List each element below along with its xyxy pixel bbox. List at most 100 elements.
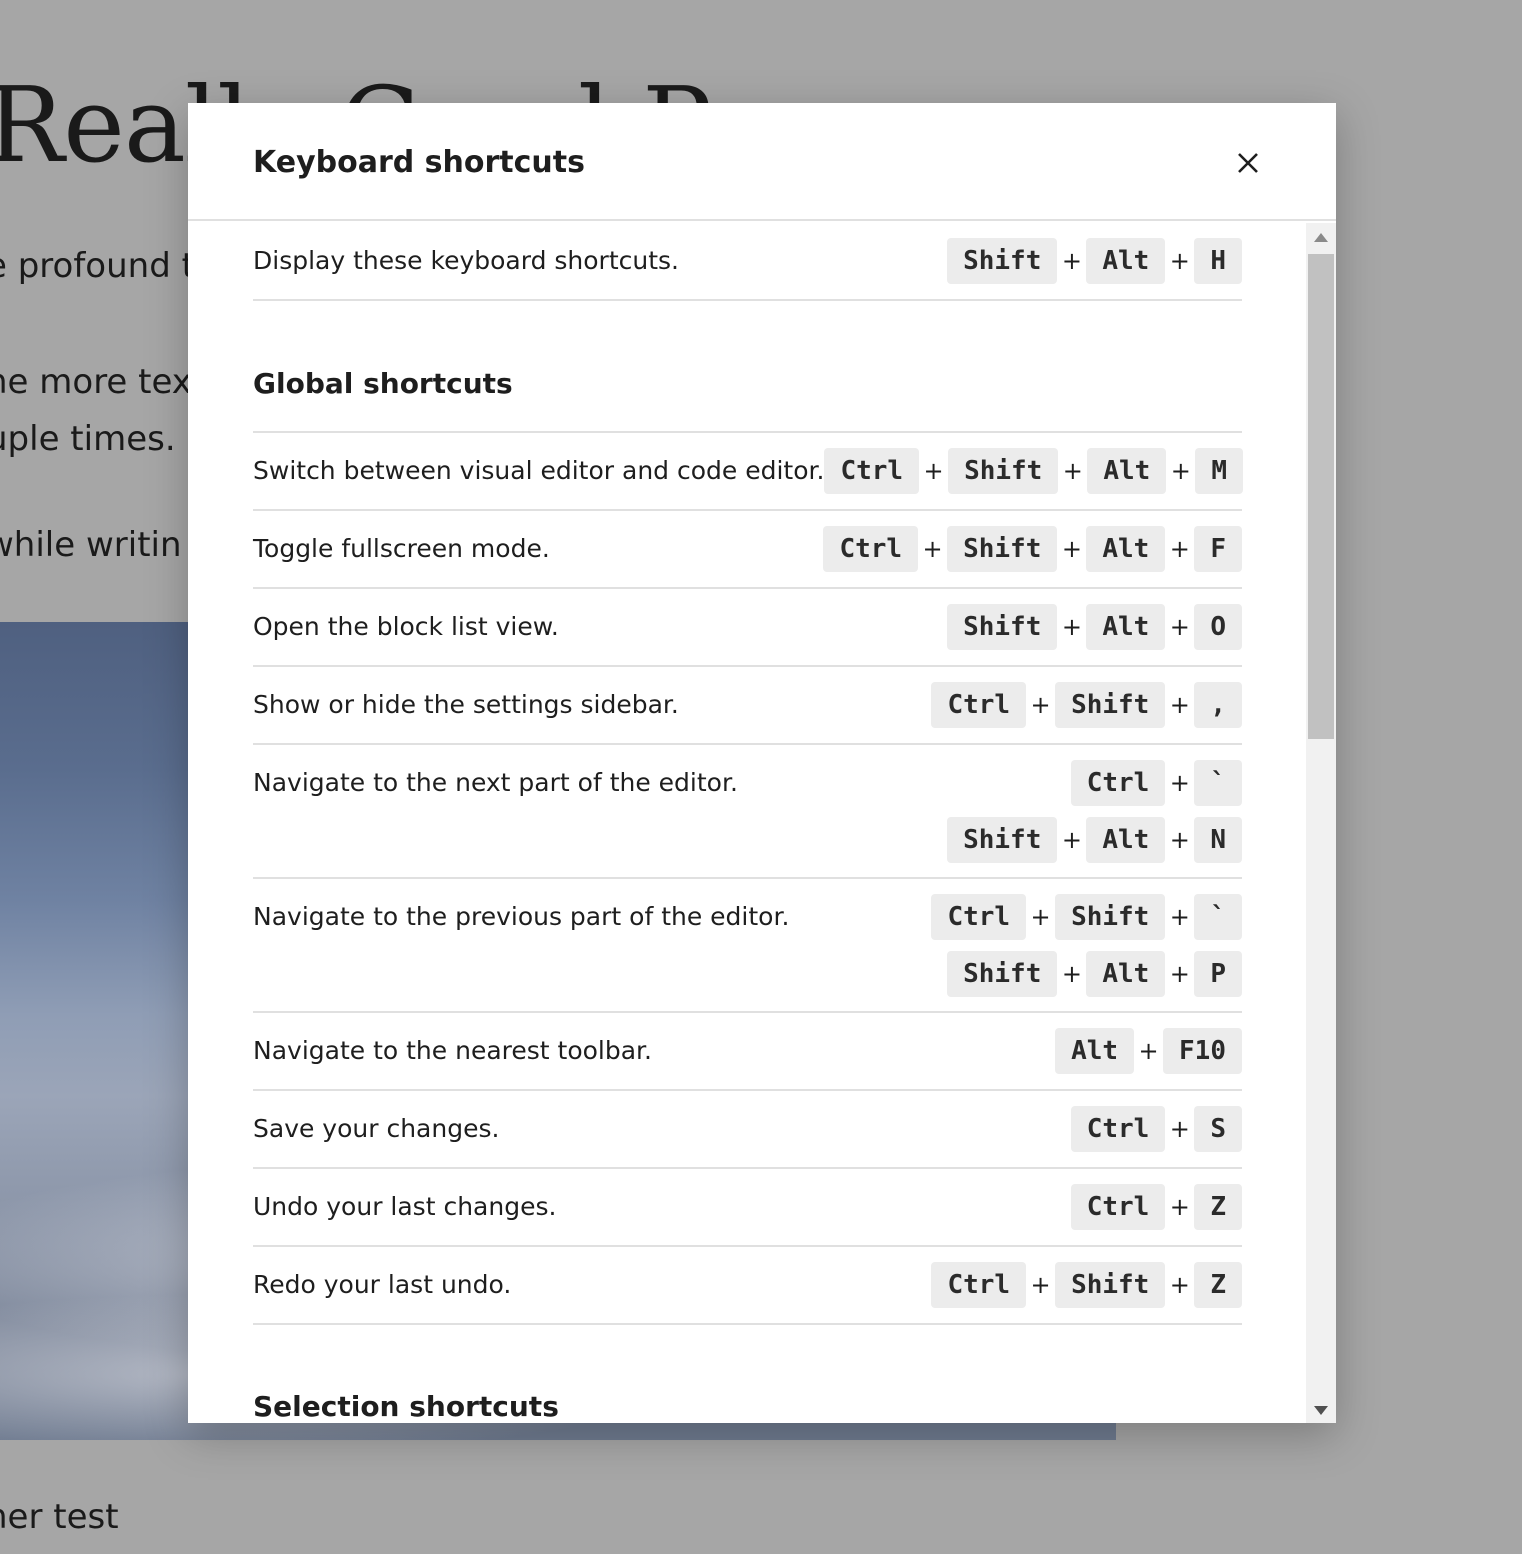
key-combination: Alt + F10 — [1055, 1028, 1242, 1074]
key-combination: Shift + Alt + O — [947, 604, 1242, 650]
shortcut-row: Navigate to the nearest toolbar. Alt + F10 — [253, 1013, 1242, 1091]
key-cap: Ctrl — [1070, 1106, 1166, 1152]
section-title: Selection shortcuts — [253, 1390, 559, 1423]
key-cap: N — [1194, 817, 1242, 863]
shortcut-row: Open the block list view. Shift + Alt + O — [253, 589, 1242, 667]
section-title: Global shortcuts — [253, 367, 513, 400]
plus-separator: + — [1030, 691, 1051, 719]
paragraph-4: while writin — [0, 525, 182, 565]
shortcut-description: Navigate to the next part of the editor. — [253, 768, 738, 797]
plus-separator: + — [1169, 1193, 1190, 1221]
modal-body[interactable]: Display these keyboard shortcuts. Shift + A… — [188, 223, 1306, 1423]
modal-title: Keyboard shortcuts — [253, 145, 585, 180]
shortcut-key-combinations: Ctrl + Shift + Alt + M — [824, 448, 1243, 494]
key-cap: Shift — [1055, 682, 1166, 728]
key-cap: Ctrl — [931, 894, 1027, 940]
key-cap: Alt — [1086, 817, 1166, 863]
shortcut-row: Redo your last undo. Ctrl + Shift + Z — [253, 1247, 1242, 1325]
section-header: Global shortcuts — [253, 301, 1242, 433]
key-cap: F10 — [1163, 1028, 1242, 1074]
plus-separator: + — [1061, 960, 1082, 988]
shortcut-description: Show or hide the settings sidebar. — [253, 690, 679, 719]
shortcut-row: Display these keyboard shortcuts. Shift + A… — [253, 223, 1242, 301]
key-cap: Shift — [947, 951, 1058, 997]
shortcut-description: Navigate to the nearest toolbar. — [253, 1036, 652, 1065]
shortcut-description: Display these keyboard shortcuts. — [253, 246, 679, 275]
plus-separator: + — [1061, 613, 1082, 641]
shortcut-row: Toggle fullscreen mode. Ctrl + Shift + Alt + F — [253, 511, 1242, 589]
shortcut-description: Undo your last changes. — [253, 1192, 557, 1221]
key-cap: F — [1194, 526, 1242, 572]
shortcut-row: Navigate to the previous part of the edi… — [253, 879, 1242, 1013]
modal-scrollbar[interactable] — [1306, 223, 1336, 1423]
key-cap: Alt — [1086, 951, 1166, 997]
shortcut-key-combinations: Ctrl + Shift + Alt + F — [823, 526, 1242, 572]
shortcut-description: Open the block list view. — [253, 612, 559, 641]
paragraph-2: he more text — [0, 362, 206, 402]
key-combination: Ctrl + Shift + ` — [931, 894, 1242, 940]
shortcut-key-combinations: Ctrl + Shift + ` Shift + Alt + P — [931, 894, 1242, 997]
close-icon — [1238, 153, 1258, 173]
plus-separator: + — [1169, 535, 1190, 563]
shortcut-row: Switch between visual editor and code ed… — [253, 433, 1243, 511]
key-cap: Shift — [947, 238, 1058, 284]
scroll-thumb[interactable] — [1308, 254, 1334, 739]
key-combination: Ctrl + ` — [1070, 760, 1242, 806]
keyboard-shortcuts-modal: Keyboard shortcuts Display these keyboar… — [188, 103, 1336, 1423]
shortcut-key-combinations: Ctrl + S — [1070, 1106, 1242, 1152]
key-cap: Ctrl — [931, 682, 1027, 728]
section-header: Selection shortcuts — [253, 1325, 1242, 1423]
key-combination: Ctrl + Shift + Z — [931, 1262, 1242, 1308]
shortcut-key-combinations: Alt + F10 — [1055, 1028, 1242, 1074]
scroll-up-arrow-icon[interactable] — [1314, 233, 1328, 242]
plus-separator: + — [1169, 769, 1190, 797]
key-cap: Z — [1194, 1184, 1242, 1230]
key-cap: Alt — [1086, 526, 1166, 572]
shortcut-key-combinations: Ctrl + Z — [1070, 1184, 1242, 1230]
key-cap: O — [1194, 604, 1242, 650]
plus-separator: + — [1061, 535, 1082, 563]
key-combination: Ctrl + Shift +, — [931, 682, 1242, 728]
plus-separator: + — [1169, 960, 1190, 988]
shortcut-description: Save your changes. — [253, 1114, 500, 1143]
plus-separator: + — [1169, 903, 1190, 931]
shortcut-description: Redo your last undo. — [253, 1270, 512, 1299]
key-combination: Ctrl + Shift + Alt + M — [824, 448, 1243, 494]
scroll-down-arrow-icon[interactable] — [1314, 1406, 1328, 1415]
key-cap: H — [1194, 238, 1242, 284]
plus-separator: + — [1169, 613, 1190, 641]
key-cap: Shift — [1055, 1262, 1166, 1308]
key-cap: Shift — [947, 526, 1058, 572]
shortcut-key-combinations: Ctrl + Shift +, — [931, 682, 1242, 728]
key-cap: Ctrl — [1070, 1184, 1166, 1230]
key-cap: Ctrl — [824, 448, 920, 494]
plus-separator: + — [1169, 1115, 1190, 1143]
plus-separator: + — [1061, 826, 1082, 854]
key-cap: Shift — [947, 604, 1058, 650]
plus-separator: + — [1169, 826, 1190, 854]
plus-separator: + — [1169, 691, 1190, 719]
plus-separator: + — [1062, 457, 1083, 485]
paragraph-3: uple times. — [0, 419, 176, 459]
close-button[interactable] — [1226, 141, 1270, 185]
plus-separator: + — [1030, 1271, 1051, 1299]
key-cap: , — [1194, 682, 1242, 728]
key-cap: Ctrl — [1070, 760, 1166, 806]
paragraph-1: e profound t — [0, 246, 195, 286]
shortcut-row: Navigate to the next part of the editor.… — [253, 745, 1242, 879]
shortcut-key-combinations: Ctrl + ` Shift + Alt + N — [947, 760, 1242, 863]
key-cap: ` — [1194, 760, 1242, 806]
key-cap: ` — [1194, 894, 1242, 940]
shortcut-row: Undo your last changes. Ctrl + Z — [253, 1169, 1242, 1247]
key-cap: Alt — [1087, 448, 1167, 494]
shortcut-key-combinations: Shift + Alt + H — [947, 238, 1242, 284]
modal-header: Keyboard shortcuts — [188, 103, 1336, 221]
key-cap: Alt — [1086, 238, 1166, 284]
key-cap: Ctrl — [931, 1262, 1027, 1308]
shortcut-description: Toggle fullscreen mode. — [253, 534, 550, 563]
key-combination: Shift + Alt + H — [947, 238, 1242, 284]
key-cap: Alt — [1086, 604, 1166, 650]
shortcut-key-combinations: Shift + Alt + O — [947, 604, 1242, 650]
plus-separator: + — [1061, 247, 1082, 275]
plus-separator: + — [1170, 457, 1191, 485]
